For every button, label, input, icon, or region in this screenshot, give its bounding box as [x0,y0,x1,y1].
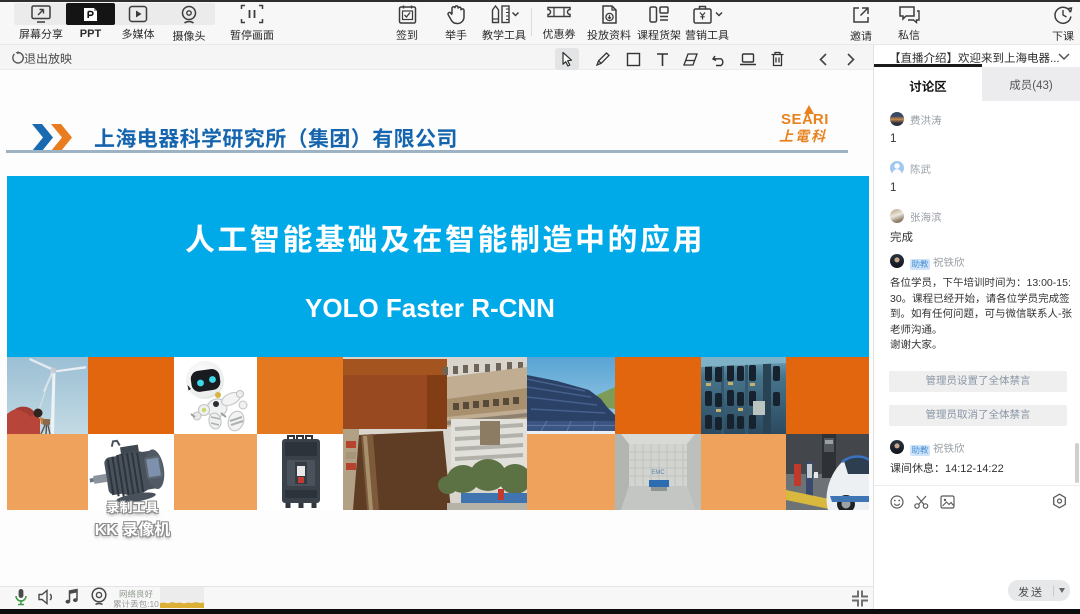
svg-text:EMC: EMC [651,470,665,476]
